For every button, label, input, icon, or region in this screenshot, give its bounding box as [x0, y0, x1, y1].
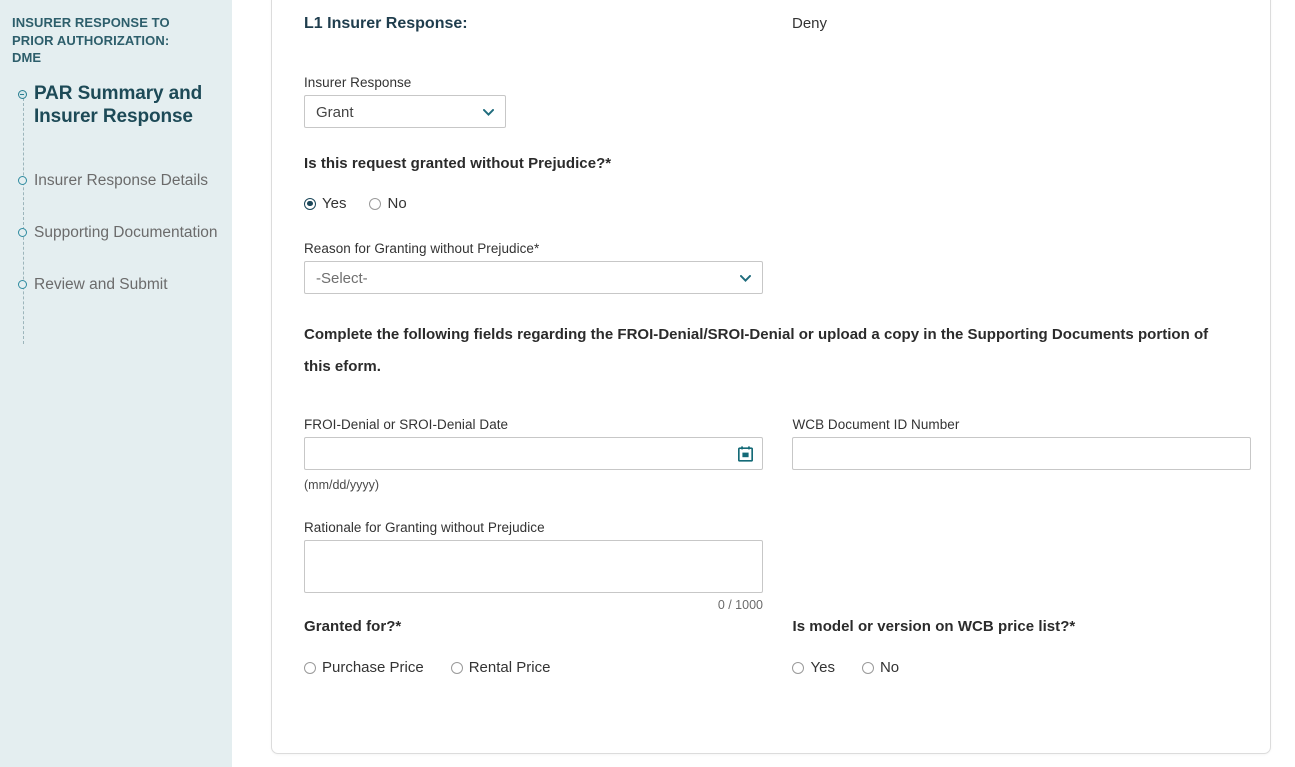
insurer-response-select-wrap: Grant: [304, 95, 506, 128]
radio-indicator-pricelist-no[interactable]: [862, 662, 874, 674]
granted-for-radios: Purchase Price Rental Price: [304, 659, 792, 676]
price-list-no-option[interactable]: No: [862, 659, 899, 676]
l1-insurer-response-value: Deny: [792, 15, 827, 32]
wcb-document-id-label: WCB Document ID Number: [792, 417, 1252, 432]
granted-for-purchase-price-option[interactable]: Purchase Price: [304, 659, 424, 676]
radio-label-pricelist-yes: Yes: [810, 659, 834, 676]
granted-without-prejudice-group: Is this request granted without Prejudic…: [304, 155, 1252, 212]
radio-indicator-purchase-price[interactable]: [304, 662, 316, 674]
rationale-textarea[interactable]: [304, 540, 763, 593]
price-list-yes-option[interactable]: Yes: [792, 659, 834, 676]
reason-for-granting-select-wrap: -Select-: [304, 261, 763, 294]
form-container: L1 Insurer Response: Deny Insurer Respon…: [304, 1, 1252, 676]
granted-without-prejudice-yes-option[interactable]: Yes: [304, 195, 346, 212]
radio-indicator-yes[interactable]: [304, 198, 316, 210]
reason-for-granting-label: Reason for Granting without Prejudice*: [304, 241, 1252, 256]
content-panel: L1 Insurer Response: Deny Insurer Respon…: [271, 0, 1271, 754]
froi-denial-date-label: FROI-Denial or SROI-Denial Date: [304, 417, 792, 432]
application-root: INSURER RESPONSE TO PRIOR AUTHORIZATION:…: [0, 0, 1295, 767]
sidebar-item-label: Supporting Documentation: [34, 222, 218, 244]
radio-label-rental-price: Rental Price: [469, 659, 551, 676]
rationale-character-counter: 0 / 1000: [304, 598, 763, 612]
sidebar-item-label: Insurer Response Details: [34, 170, 208, 192]
nav-connector-line: [23, 98, 24, 344]
insurer-response-field: Insurer Response Grant: [304, 75, 1252, 128]
insurer-response-select[interactable]: Grant: [304, 95, 506, 128]
wcb-document-id-input[interactable]: [792, 437, 1251, 470]
circle-icon: [18, 176, 27, 185]
sidebar-item-label: PAR Summary and Insurer Response: [34, 82, 218, 128]
granted-for-label: Granted for?*: [304, 618, 792, 635]
reason-for-granting-select[interactable]: -Select-: [304, 261, 763, 294]
radio-label-pricelist-no: No: [880, 659, 899, 676]
sidebar-item-review-and-submit[interactable]: Review and Submit: [10, 274, 218, 296]
sidebar-item-label: Review and Submit: [34, 274, 168, 296]
sidebar: INSURER RESPONSE TO PRIOR AUTHORIZATION:…: [0, 0, 232, 767]
froi-denial-date-field: FROI-Denial or SROI-Denial Date (mm/dd/y…: [304, 417, 792, 492]
circle-icon: [18, 228, 27, 237]
sidebar-nav: PAR Summary and Insurer Response Insurer…: [10, 82, 218, 296]
instruction-text: Complete the following fields regarding …: [304, 319, 1209, 383]
radio-label-purchase-price: Purchase Price: [322, 659, 424, 676]
radio-indicator-rental-price[interactable]: [451, 662, 463, 674]
radio-label-yes: Yes: [322, 195, 346, 212]
froi-denial-date-input-wrap: [304, 437, 763, 470]
radio-label-no: No: [387, 195, 406, 212]
sidebar-item-supporting-documentation[interactable]: Supporting Documentation: [10, 222, 218, 244]
froi-denial-date-input[interactable]: [304, 437, 763, 470]
price-list-radios: Yes No: [792, 659, 1252, 676]
sidebar-item-par-summary[interactable]: PAR Summary and Insurer Response: [10, 82, 218, 128]
granted-without-prejudice-question: Is this request granted without Prejudic…: [304, 155, 1252, 172]
price-list-group: Is model or version on WCB price list?* …: [792, 618, 1252, 676]
price-list-label: Is model or version on WCB price list?*: [792, 618, 1252, 635]
wcb-document-id-field: WCB Document ID Number: [792, 417, 1252, 492]
radio-indicator-pricelist-yes[interactable]: [792, 662, 804, 674]
granted-for-and-pricelist-row: Granted for?* Purchase Price Rental Pric…: [304, 618, 1252, 676]
radio-indicator-no[interactable]: [369, 198, 381, 210]
granted-without-prejudice-no-option[interactable]: No: [369, 195, 406, 212]
sidebar-title: INSURER RESPONSE TO PRIOR AUTHORIZATION:…: [12, 14, 192, 67]
granted-for-group: Granted for?* Purchase Price Rental Pric…: [304, 618, 792, 676]
insurer-response-label: Insurer Response: [304, 75, 1252, 90]
froi-denial-date-hint: (mm/dd/yyyy): [304, 478, 792, 492]
granted-for-rental-price-option[interactable]: Rental Price: [451, 659, 551, 676]
sidebar-item-insurer-response-details[interactable]: Insurer Response Details: [10, 170, 218, 192]
reason-for-granting-field: Reason for Granting without Prejudice* -…: [304, 241, 1252, 294]
l1-insurer-response-row: L1 Insurer Response: Deny: [304, 15, 1252, 33]
minus-circle-icon: [18, 90, 27, 99]
l1-insurer-response-label: L1 Insurer Response:: [304, 15, 792, 33]
date-and-docid-row: FROI-Denial or SROI-Denial Date (mm/dd/y…: [304, 417, 1252, 492]
rationale-field: Rationale for Granting without Prejudice…: [304, 520, 1252, 612]
circle-icon: [18, 280, 27, 289]
granted-without-prejudice-radios: Yes No: [304, 195, 1252, 212]
rationale-label: Rationale for Granting without Prejudice: [304, 520, 1252, 535]
